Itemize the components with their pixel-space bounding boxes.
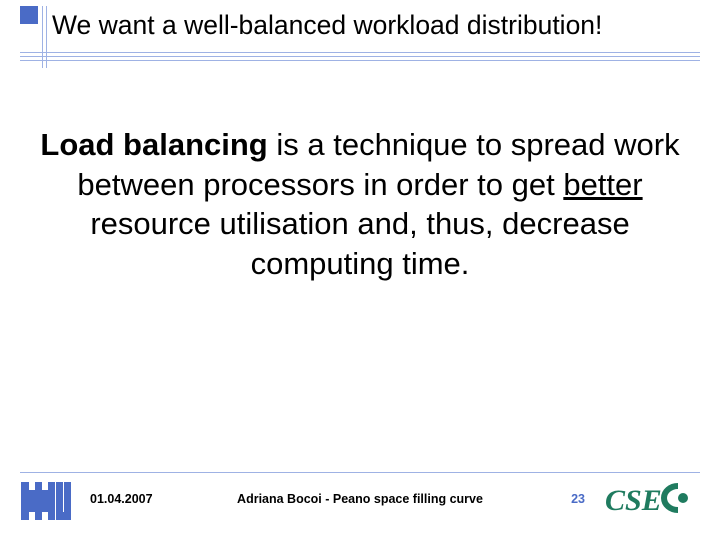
title-rule-v1 <box>42 6 43 68</box>
footer-rule <box>20 472 700 473</box>
title-bar: We want a well-balanced workload distrib… <box>20 6 700 68</box>
svg-text:CSE: CSE <box>605 484 662 517</box>
footer: 01.04.2007 Adriana Bocoi - Peano space f… <box>20 470 700 530</box>
title-rule-h1 <box>20 52 700 53</box>
body-lead-bold: Load balancing <box>40 127 267 162</box>
footer-author: Adriana Bocoi - Peano space filling curv… <box>20 492 700 506</box>
title-rule-h3 <box>20 60 700 61</box>
title-accent-box <box>20 6 38 24</box>
body-underlined: better <box>563 167 642 202</box>
title-rule-v2 <box>46 6 47 68</box>
body-mid2: resource utilisation and, thus, decrease… <box>90 206 629 281</box>
slide: We want a well-balanced workload distrib… <box>0 0 720 540</box>
slide-title: We want a well-balanced workload distrib… <box>52 10 602 41</box>
title-rule-h2 <box>20 56 700 57</box>
cse-logo-icon: CSE <box>605 476 700 521</box>
footer-page-number: 23 <box>571 492 585 506</box>
body-paragraph: Load balancing is a technique to spread … <box>40 125 680 284</box>
